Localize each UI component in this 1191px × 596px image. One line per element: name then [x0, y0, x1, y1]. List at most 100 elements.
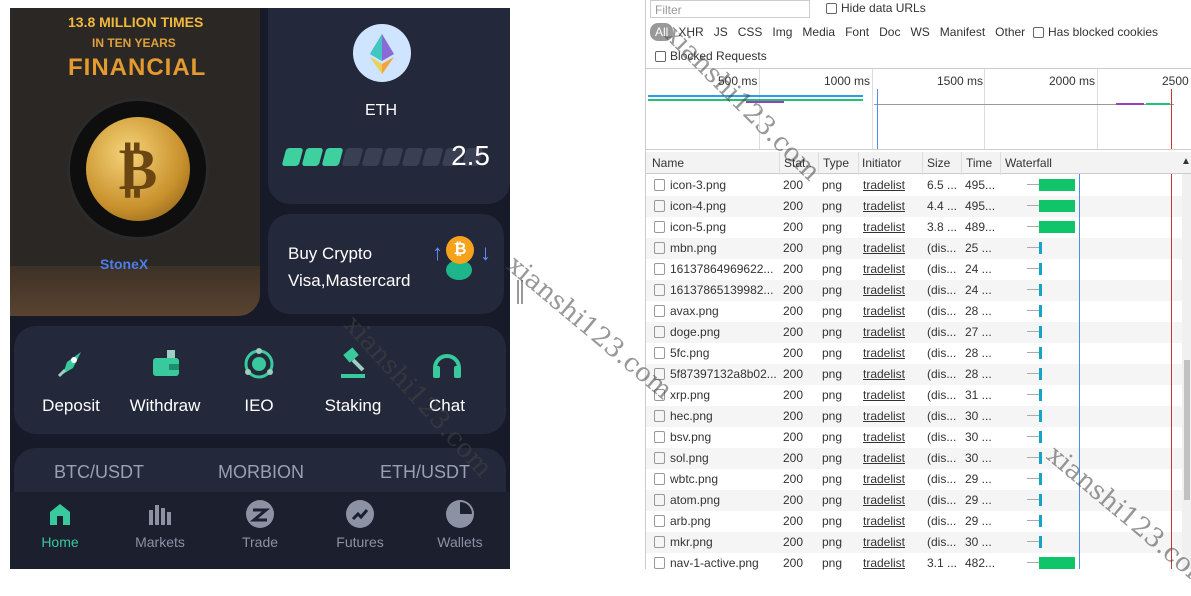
table-row[interactable]: mbn.png 200 png tradelist (dis... 25 ...	[646, 238, 1191, 259]
nav-wallets[interactable]: Wallets	[410, 500, 510, 550]
arrow-up-icon: ↑	[432, 240, 443, 265]
request-initiator[interactable]: tradelist	[863, 451, 923, 465]
file-icon	[654, 221, 665, 233]
overview-bar-purple	[746, 101, 784, 103]
nav-trade[interactable]: Trade	[210, 500, 310, 550]
request-status: 200	[783, 514, 804, 528]
buy-crypto-card[interactable]: Buy Crypto Visa,Mastercard ↑ ₿ ↓	[268, 214, 504, 314]
table-row[interactable]: arb.png 200 png tradelist (dis... 29 ...	[646, 511, 1191, 532]
table-row[interactable]: avax.png 200 png tradelist (dis... 28 ...	[646, 301, 1191, 322]
col-initiator[interactable]: Initiator	[862, 156, 901, 170]
request-initiator[interactable]: tradelist	[863, 367, 923, 381]
tick-label: 500 ms	[718, 74, 758, 88]
table-row[interactable]: sol.png 200 png tradelist (dis... 30 ...	[646, 448, 1191, 469]
type-filter-img[interactable]: Img	[767, 23, 797, 41]
request-initiator[interactable]: tradelist	[863, 346, 923, 360]
request-time: 482...	[965, 556, 996, 570]
table-row[interactable]: xrp.png 200 png tradelist (dis... 31 ...	[646, 385, 1191, 406]
type-filter-doc[interactable]: Doc	[874, 23, 905, 41]
eth-bar-segment	[341, 148, 364, 166]
request-initiator[interactable]: tradelist	[863, 241, 923, 255]
request-status: 200	[783, 199, 804, 213]
panel-resize-handle[interactable]	[517, 280, 523, 304]
request-time: 495...	[965, 178, 996, 192]
table-row[interactable]: icon-3.png 200 png tradelist 6.5 ... 495...	[646, 175, 1191, 196]
request-initiator[interactable]: tradelist	[863, 472, 923, 486]
eth-card[interactable]: ETH 2.5	[268, 8, 510, 204]
request-status: 200	[783, 346, 804, 360]
table-row[interactable]: 16137865139982... 200 png tradelist (dis... 2…	[646, 280, 1191, 301]
table-row[interactable]: icon-4.png 200 png tradelist 4.4 ... 495...	[646, 196, 1191, 217]
nav-futures[interactable]: Futures	[310, 500, 410, 550]
scrollbar-thumb[interactable]	[1184, 360, 1190, 500]
type-filter-all[interactable]: All	[650, 23, 674, 41]
type-filter-other[interactable]: Other	[990, 23, 1030, 41]
table-row[interactable]: bsv.png 200 png tradelist (dis... 30 ...	[646, 427, 1191, 448]
request-size: 3.8 ...	[927, 220, 958, 234]
request-initiator[interactable]: tradelist	[863, 430, 923, 444]
ticker-pair-3[interactable]: ETH/USDT	[380, 462, 470, 483]
ticker-pair-2[interactable]: MORBION	[218, 462, 304, 483]
request-initiator[interactable]: tradelist	[863, 283, 923, 297]
col-status[interactable]: Stat..	[784, 156, 812, 170]
city-skyline-decoration	[10, 266, 260, 316]
request-initiator[interactable]: tradelist	[863, 388, 923, 402]
request-size: (dis...	[927, 472, 957, 486]
table-row[interactable]: 5f87397132a8b02... 200 png tradelist (dis...…	[646, 364, 1191, 385]
request-initiator[interactable]: tradelist	[863, 556, 923, 570]
chat-button[interactable]: Chat	[402, 346, 492, 416]
table-row[interactable]: wbtc.png 200 png tradelist (dis... 29 ...	[646, 469, 1191, 490]
col-size[interactable]: Size	[927, 156, 950, 170]
withdraw-button[interactable]: Withdraw	[120, 346, 210, 416]
col-time[interactable]: Time	[966, 156, 992, 170]
home-icon	[46, 500, 74, 528]
request-initiator[interactable]: tradelist	[863, 409, 923, 423]
timeline-overview[interactable]: 500 ms 1000 ms 1500 ms 2000 ms 2500	[646, 68, 1191, 150]
staking-button[interactable]: Staking	[308, 346, 398, 416]
request-initiator[interactable]: tradelist	[863, 304, 923, 318]
nav-home[interactable]: Home	[10, 500, 110, 550]
col-name[interactable]: Name	[652, 156, 684, 170]
deposit-button[interactable]: Deposit	[26, 346, 116, 416]
request-initiator[interactable]: tradelist	[863, 535, 923, 549]
nav-markets[interactable]: Markets	[110, 500, 210, 550]
table-row[interactable]: 16137864969622... 200 png tradelist (dis... 2…	[646, 259, 1191, 280]
table-row[interactable]: doge.png 200 png tradelist (dis... 27 ...	[646, 322, 1191, 343]
request-initiator[interactable]: tradelist	[863, 514, 923, 528]
request-initiator[interactable]: tradelist	[863, 199, 923, 213]
request-initiator[interactable]: tradelist	[863, 325, 923, 339]
banner-line-2: IN TEN YEARS	[92, 36, 176, 50]
type-filter-media[interactable]: Media	[797, 23, 840, 41]
sort-up-icon[interactable]: ▲	[1181, 156, 1191, 167]
type-filter-ws[interactable]: WS	[905, 23, 934, 41]
ieo-button[interactable]: IEO	[214, 346, 304, 416]
request-name: icon-3.png	[670, 178, 727, 192]
col-type[interactable]: Type	[823, 156, 849, 170]
type-filter-font[interactable]: Font	[840, 23, 874, 41]
promo-banner[interactable]: 13.8 MILLION TIMES IN TEN YEARS FINANCIA…	[10, 8, 260, 316]
type-filter-manifest[interactable]: Manifest	[935, 23, 990, 41]
table-row[interactable]: hec.png 200 png tradelist (dis... 30 ...	[646, 406, 1191, 427]
table-row[interactable]: icon-5.png 200 png tradelist 3.8 ... 489...	[646, 217, 1191, 238]
request-initiator[interactable]: tradelist	[863, 493, 923, 507]
filter-input[interactable]: Filter	[650, 0, 810, 18]
table-row[interactable]: nav-1-active.png 200 png tradelist 3.1 ... 48…	[646, 553, 1191, 574]
hide-data-urls-checkbox[interactable]: Hide data URLs	[826, 1, 926, 15]
type-filter-css[interactable]: CSS	[733, 23, 768, 41]
table-row[interactable]: atom.png 200 png tradelist (dis... 29 ...	[646, 490, 1191, 511]
request-initiator[interactable]: tradelist	[863, 262, 923, 276]
type-filter-xhr[interactable]: XHR	[673, 23, 708, 41]
ticker-pair-1[interactable]: BTC/USDT	[54, 462, 144, 483]
col-waterfall[interactable]: Waterfall	[1005, 156, 1052, 170]
request-initiator[interactable]: tradelist	[863, 178, 923, 192]
type-filter-js[interactable]: JS	[709, 23, 733, 41]
blocked-requests-checkbox[interactable]: Blocked Requests	[655, 49, 767, 63]
table-row[interactable]: 5fc.png 200 png tradelist (dis... 28 ...	[646, 343, 1191, 364]
request-initiator[interactable]: tradelist	[863, 220, 923, 234]
has-blocked-cookies-checkbox[interactable]: Has blocked cookies	[1033, 25, 1158, 39]
table-row[interactable]: mkr.png 200 png tradelist (dis... 30 ...	[646, 532, 1191, 553]
waterfall-bar	[1039, 263, 1042, 275]
mobile-app-screen: 13.8 MILLION TIMES IN TEN YEARS FINANCIA…	[10, 8, 510, 569]
request-type: png	[822, 325, 843, 339]
request-name: sol.png	[670, 451, 709, 465]
